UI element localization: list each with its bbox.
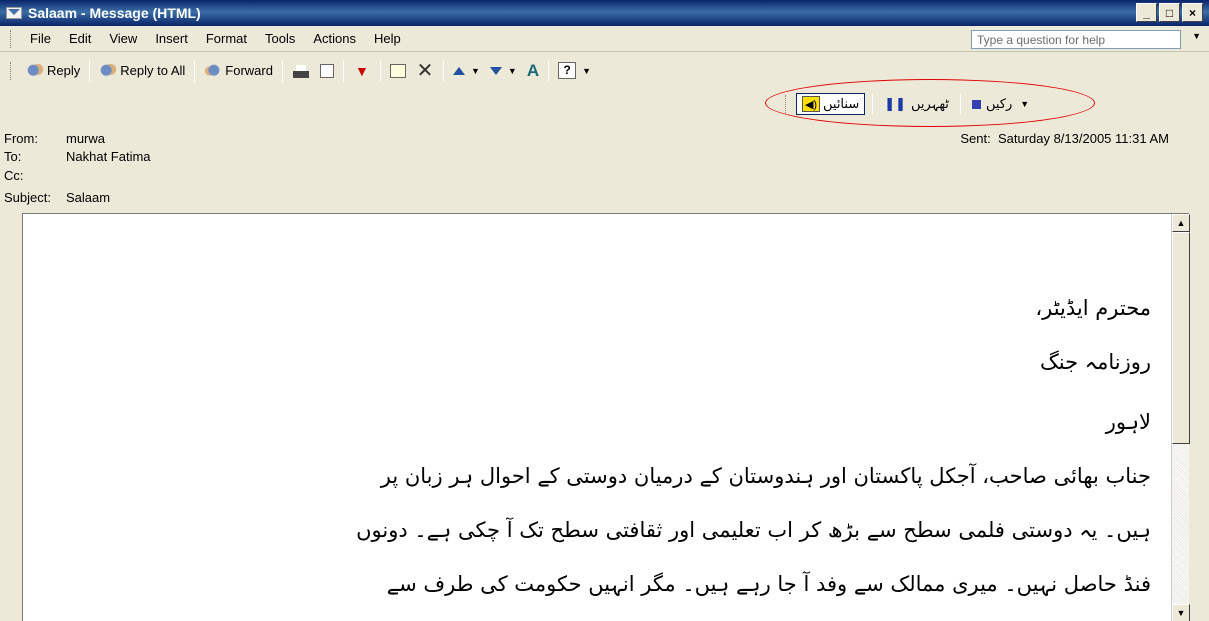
menu-actions[interactable]: Actions — [304, 29, 365, 48]
next-item-icon — [489, 66, 502, 75]
window-title: Salaam - Message (HTML) — [28, 5, 201, 21]
menu-insert[interactable]: Insert — [146, 29, 197, 48]
stop-label: رکیں — [985, 96, 1013, 111]
reply-all-label: Reply to All — [120, 63, 186, 78]
sent-value: Saturday 8/13/2005 11:31 AM — [997, 131, 1169, 146]
subject-row: Subject: Salaam — [4, 190, 110, 205]
chevron-down-icon[interactable]: ▼ — [1020, 99, 1029, 109]
delete-icon: ✕ — [416, 59, 434, 82]
sent-info: Sent: Saturday 8/13/2005 11:31 AM — [960, 131, 1169, 146]
toolbar-separator — [872, 94, 874, 114]
toolbar-grip[interactable] — [10, 61, 13, 80]
toolbar-separator — [89, 59, 91, 82]
toolbar-separator — [194, 59, 196, 82]
previous-item-button[interactable]: ▼ — [448, 63, 485, 79]
to-value[interactable]: Nakhat Fatima — [66, 149, 151, 164]
font-size-icon: A — [526, 60, 540, 80]
scroll-up-button[interactable]: ▲ — [1172, 214, 1190, 232]
copy-icon — [319, 63, 334, 78]
menu-help[interactable]: Help — [365, 29, 410, 48]
menu-format[interactable]: Format — [197, 29, 256, 48]
toolbar-separator — [379, 59, 381, 82]
from-value[interactable]: murwa — [66, 131, 105, 146]
message-body[interactable]: محترم ایڈیٹر، روزنامہ جنگ لاہور جناب بھا… — [22, 213, 1190, 621]
speak-button[interactable]: ◀) سنائیں — [796, 93, 866, 115]
cc-label: Cc: — [4, 168, 24, 183]
toolbar-separator — [442, 59, 444, 82]
chevron-down-icon[interactable]: ▼ — [1192, 31, 1201, 41]
reply-icon — [26, 62, 44, 79]
toolbar-separator — [959, 94, 961, 114]
menu-bar: File Edit View Insert Format Tools Actio… — [0, 26, 1209, 52]
help-search-input[interactable]: Type a question for help — [971, 30, 1181, 49]
subject-value: Salaam — [66, 190, 111, 205]
from-label: From: — [4, 131, 38, 146]
pause-button[interactable]: ❚❚ ٹھہریں — [880, 96, 953, 112]
body-line: فنڈ حاصل نہیں۔ میری ممالک سے وفد آ جا رہ… — [386, 572, 1151, 596]
menu-file[interactable]: File — [21, 29, 60, 48]
toolbar-separator — [548, 59, 550, 82]
close-button[interactable]: × — [1182, 3, 1203, 22]
to-label: To: — [4, 149, 22, 164]
body-line: محترم ایڈیٹر، — [1035, 296, 1151, 320]
toolbar-separator — [342, 59, 344, 82]
reply-all-icon — [99, 62, 118, 79]
body-line: ہیں۔ یہ دوستی فلمی سطح سے بڑھ کر اب تعلی… — [356, 518, 1151, 542]
speak-label: سنائیں — [823, 96, 860, 111]
print-button[interactable] — [287, 60, 315, 82]
pause-icon: ❚❚ — [884, 96, 907, 111]
forward-label: Forward — [225, 63, 273, 78]
minimize-button[interactable]: _ — [1136, 3, 1157, 22]
cc-row: Cc: — [4, 168, 66, 183]
chevron-down-icon[interactable]: ▼ — [582, 66, 591, 76]
print-icon — [291, 62, 310, 79]
maximize-button[interactable]: □ — [1159, 3, 1180, 22]
scroll-down-button[interactable]: ▼ — [1172, 604, 1190, 621]
body-line: روزنامہ جنگ — [1039, 350, 1151, 374]
toolbar-separator — [281, 59, 283, 82]
scroll-thumb[interactable] — [1172, 232, 1190, 444]
title-bar: Salaam - Message (HTML) _ □ × — [0, 0, 1209, 26]
flag-button[interactable]: ▼ — [348, 60, 376, 82]
delete-button[interactable]: ✕ — [411, 60, 439, 82]
menu-view[interactable]: View — [100, 29, 146, 48]
speaker-icon: ◀) — [802, 96, 820, 112]
stop-icon — [971, 99, 981, 109]
reply-all-button[interactable]: Reply to All — [94, 60, 190, 82]
body-line: جناب بھائی صاحب، آجکل پاکستان اور ہندوست… — [380, 464, 1151, 488]
help-button[interactable]: ? ▼ — [553, 59, 596, 82]
reply-label: Reply — [47, 63, 81, 78]
sent-label: Sent: — [960, 131, 991, 146]
chevron-down-icon[interactable]: ▼ — [508, 66, 517, 76]
previous-item-icon — [452, 66, 465, 75]
move-to-folder-button[interactable] — [385, 61, 411, 81]
copy-button[interactable] — [315, 61, 339, 81]
menu-edit[interactable]: Edit — [60, 29, 100, 48]
toolbar-grip[interactable] — [10, 29, 13, 48]
vertical-scrollbar[interactable]: ▲ ▼ — [1171, 214, 1190, 621]
speech-toolbar: ◀) سنائیں ❚❚ ٹھہریں رکیں ▼ — [785, 92, 1029, 116]
menu-tools[interactable]: Tools — [256, 29, 304, 48]
envelope-icon — [6, 7, 22, 19]
flag-icon: ▼ — [355, 62, 369, 79]
forward-icon — [204, 62, 223, 79]
chevron-down-icon[interactable]: ▼ — [471, 66, 480, 76]
subject-label: Subject: — [4, 190, 51, 205]
pause-label: ٹھہریں — [911, 96, 949, 111]
help-icon: ? — [558, 62, 577, 79]
to-row: To: Nakhat Fatima — [4, 149, 151, 164]
body-line: لاہور — [1105, 410, 1151, 434]
reply-button[interactable]: Reply — [21, 60, 85, 82]
toolbar-grip[interactable] — [785, 95, 788, 113]
next-item-button[interactable]: ▼ — [485, 63, 522, 79]
stop-button[interactable]: رکیں — [968, 96, 1016, 112]
from-row: From: murwa — [4, 131, 105, 146]
forward-button[interactable]: Forward — [199, 60, 278, 82]
move-icon — [389, 63, 406, 78]
font-size-button[interactable]: A — [522, 60, 544, 82]
